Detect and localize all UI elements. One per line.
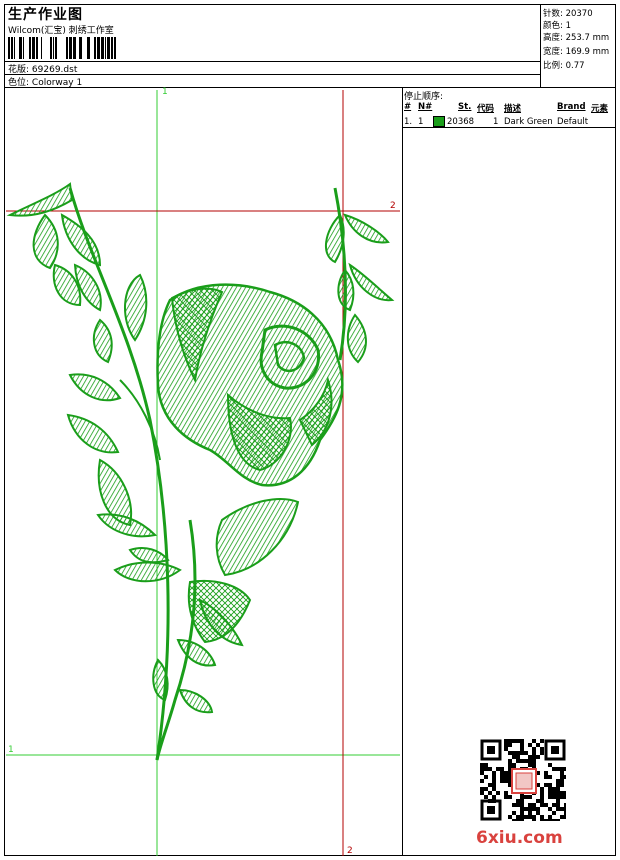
guide-label-red-right: 2 [390,201,396,211]
guide-label-green-top: 1 [162,87,168,97]
embroidery-design [6,182,395,761]
guide-label-red-bottom: 2 [347,846,353,856]
guide-label-green-left: 1 [8,745,14,755]
embroidery-canvas [6,90,400,856]
watermark: 6xiu.com [476,828,563,848]
qr-code [480,739,566,821]
